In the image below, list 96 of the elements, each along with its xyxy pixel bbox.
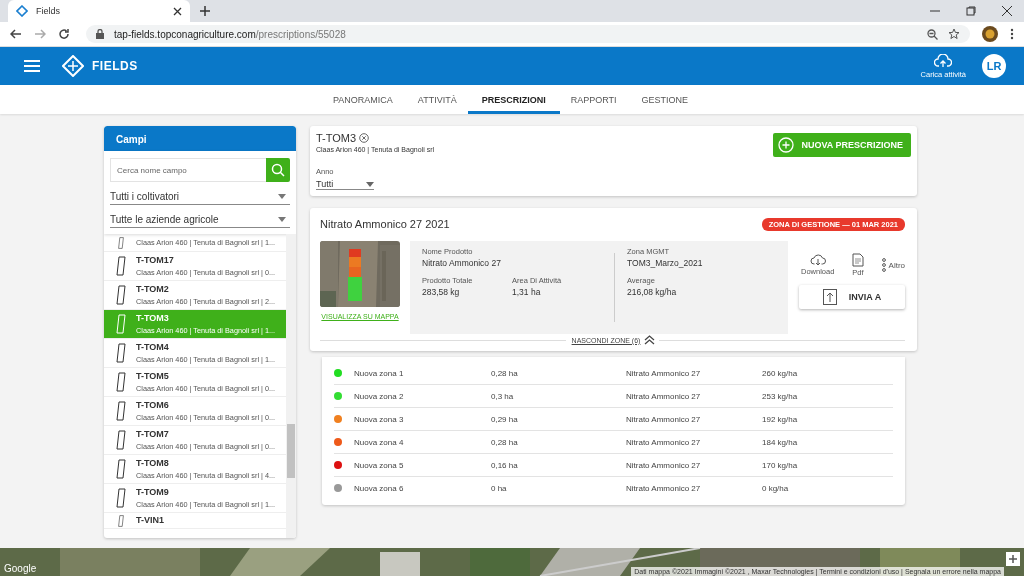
- zoom-in-button[interactable]: [1006, 552, 1020, 566]
- menu-icon[interactable]: [1010, 28, 1014, 40]
- zone-product: Nitrato Ammonico 27: [626, 414, 702, 424]
- stat-value: 283,58 kg: [422, 287, 461, 297]
- chevron-up-icon[interactable]: [644, 335, 656, 345]
- cloud-download-icon: [809, 254, 826, 266]
- zoom-icon[interactable]: [927, 28, 938, 40]
- plus-circle-icon: [778, 137, 795, 153]
- nav-tab[interactable]: PRESCRIZIONI: [467, 85, 560, 114]
- field-name: T-TOM2: [136, 284, 170, 294]
- field-shape-icon: [116, 285, 126, 305]
- search-icon: [271, 163, 285, 177]
- search-button[interactable]: [266, 158, 290, 182]
- field-name: T-TOM3: [136, 313, 170, 323]
- zone-area: 0,29 ha: [491, 414, 626, 424]
- logo-icon: [62, 55, 84, 77]
- lock-icon: [96, 29, 104, 39]
- field-shape-icon: [116, 256, 126, 276]
- clear-icon[interactable]: [359, 133, 370, 143]
- close-icon[interactable]: [173, 6, 182, 16]
- logo-icon: [16, 5, 28, 17]
- field-name: T-TOM4: [136, 342, 170, 352]
- field-name: T-TOM17: [136, 255, 175, 265]
- stat-value: TOM3_Marzo_2021: [627, 258, 704, 268]
- zone-area: 0,28 ha: [491, 437, 626, 447]
- field-shape-icon: [116, 372, 126, 392]
- zone-name: Nuova zona 2: [354, 391, 405, 401]
- profile-icon[interactable]: [982, 26, 998, 42]
- field-shape-icon: [116, 236, 126, 249]
- zone-name: Nuova zona 6: [354, 483, 405, 493]
- field-shape-icon: [116, 488, 126, 508]
- stat-value: 1,31 ha: [512, 287, 542, 297]
- field-name: T-TOM7: [136, 429, 170, 439]
- field-name: T-TOM9: [136, 487, 170, 497]
- field-title: T-TOM3: [316, 132, 357, 144]
- field-name: T-VIN1: [136, 515, 164, 525]
- field-shape-icon: [116, 401, 126, 421]
- close-icon[interactable]: [1002, 6, 1012, 16]
- more-icon: [881, 258, 886, 272]
- field-name: T-TOM5: [136, 371, 170, 381]
- stat-value: 216,08 kg/ha: [627, 287, 678, 297]
- stat-value: Nitrato Ammonico 27: [422, 258, 502, 268]
- reload-icon[interactable]: [58, 28, 70, 40]
- zone-product: Nitrato Ammonico 27: [626, 391, 702, 401]
- document-icon: [851, 253, 864, 267]
- upload-icon: [822, 289, 837, 305]
- year-dropdown[interactable]: Tutti: [316, 179, 374, 190]
- send-button[interactable]: INVIA A: [799, 285, 905, 309]
- field-name: T-TOM8: [136, 458, 170, 468]
- caret-icon: [278, 194, 286, 199]
- caret-icon: [366, 181, 374, 187]
- field-name: T-TOM6: [136, 400, 170, 410]
- map-logo: Google: [4, 563, 37, 574]
- plus-icon: [1009, 555, 1017, 563]
- zone-rate: 0 kg/ha: [762, 483, 789, 493]
- field-shape-icon: [116, 459, 126, 479]
- new-tab-icon[interactable]: [200, 6, 210, 16]
- zone-product: Nitrato Ammonico 27: [626, 483, 702, 493]
- back-icon[interactable]: [10, 28, 22, 40]
- filter-dropdown[interactable]: Tutti i coltivatori: [110, 189, 290, 205]
- avatar[interactable]: LR: [982, 54, 1006, 78]
- browser-tab[interactable]: Fields: [8, 0, 190, 22]
- field-shape-icon: [116, 430, 126, 450]
- search-field[interactable]: Cerca nome campo: [110, 158, 266, 182]
- zone-rate: 192 kg/ha: [762, 414, 798, 424]
- zone-name: Nuova zona 4: [354, 437, 405, 447]
- zone-rate: 184 kg/ha: [762, 437, 798, 447]
- cloud-upload-icon: [934, 53, 953, 68]
- menu-icon[interactable]: [24, 60, 40, 72]
- address-field[interactable]: tap-fields.topconagriculture.com/prescriptions/55028: [86, 25, 970, 43]
- zone-product: Nitrato Ammonico 27: [626, 460, 702, 470]
- zone-area: 0 ha: [491, 483, 626, 493]
- zone-rate: 253 kg/ha: [762, 391, 798, 401]
- zone-name: Nuova zona 1: [354, 368, 405, 378]
- prescription-title: Nitrato Ammonico 27 2021: [320, 218, 450, 230]
- field-list-item[interactable]: T-VIN1: [104, 513, 286, 529]
- restore-icon[interactable]: [966, 6, 976, 16]
- zone-rate: 260 kg/ha: [762, 368, 798, 378]
- caret-icon: [278, 217, 286, 222]
- zone-name: Nuova zona 5: [354, 460, 405, 470]
- zone-product: Nitrato Ammonico 27: [626, 437, 702, 447]
- field-shape-icon: [116, 314, 126, 334]
- zone-product: Nitrato Ammonico 27: [626, 368, 702, 378]
- zone-area: 0,3 ha: [491, 391, 626, 401]
- zone-area: 0,16 ha: [491, 460, 626, 470]
- zone-rate: 170 kg/ha: [762, 460, 798, 470]
- app-name: FIELDS: [92, 59, 138, 73]
- scrollbar[interactable]: [286, 234, 296, 538]
- zone-area: 0,28 ha: [491, 368, 626, 378]
- filter-dropdown[interactable]: Tutte le aziende agricole: [110, 212, 290, 228]
- star-icon[interactable]: [948, 28, 960, 40]
- field-shape-icon: [116, 343, 126, 363]
- field-shape-icon: [116, 515, 126, 527]
- more-button[interactable]: Altro: [881, 258, 905, 272]
- zone-name: Nuova zona 3: [354, 414, 405, 424]
- sidebar-title: Campi: [104, 126, 296, 151]
